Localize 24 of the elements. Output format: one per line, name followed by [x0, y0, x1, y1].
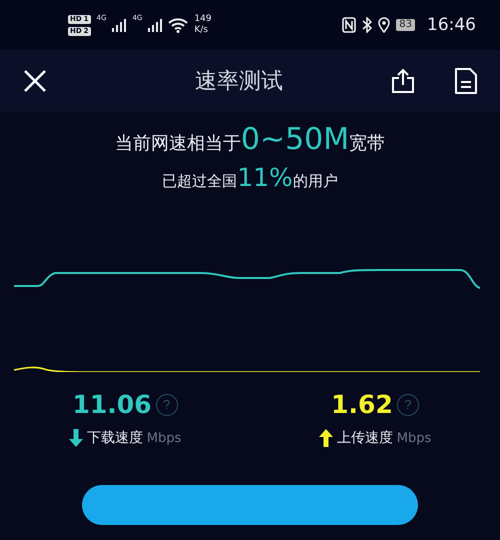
speed-unit: Mbps: [396, 430, 432, 446]
signal-icon: [112, 18, 126, 32]
speed-unit: Mbps: [146, 430, 182, 446]
network-speed: 149: [194, 14, 212, 25]
help-button[interactable]: ?: [396, 394, 419, 416]
wifi-icon: [168, 17, 188, 33]
speed-value: 11.06: [72, 390, 152, 419]
battery-level: 83: [396, 19, 415, 31]
clock: 16:46: [427, 15, 476, 35]
network-speed: K/s: [194, 25, 209, 36]
help-button[interactable]: ?: [156, 394, 178, 416]
signal-icon: [148, 18, 162, 32]
speed-label: 下载速度: [86, 429, 143, 447]
action-button[interactable]: [82, 485, 418, 525]
down-arrow-icon: [68, 429, 83, 447]
bluetooth-icon: [362, 17, 372, 33]
up-arrow-icon: [318, 429, 333, 447]
speed-label: 上传速度: [336, 429, 393, 447]
ranking-summary: 已超过全国 11%的用户: [162, 163, 338, 192]
page-title: 速率测试: [194, 68, 284, 96]
speed-summary: 当前网速相当于0~50M宽带: [114, 122, 386, 157]
speed-value: 1.62: [331, 390, 393, 419]
location-icon: [378, 17, 390, 33]
nfc-icon: [342, 17, 356, 33]
